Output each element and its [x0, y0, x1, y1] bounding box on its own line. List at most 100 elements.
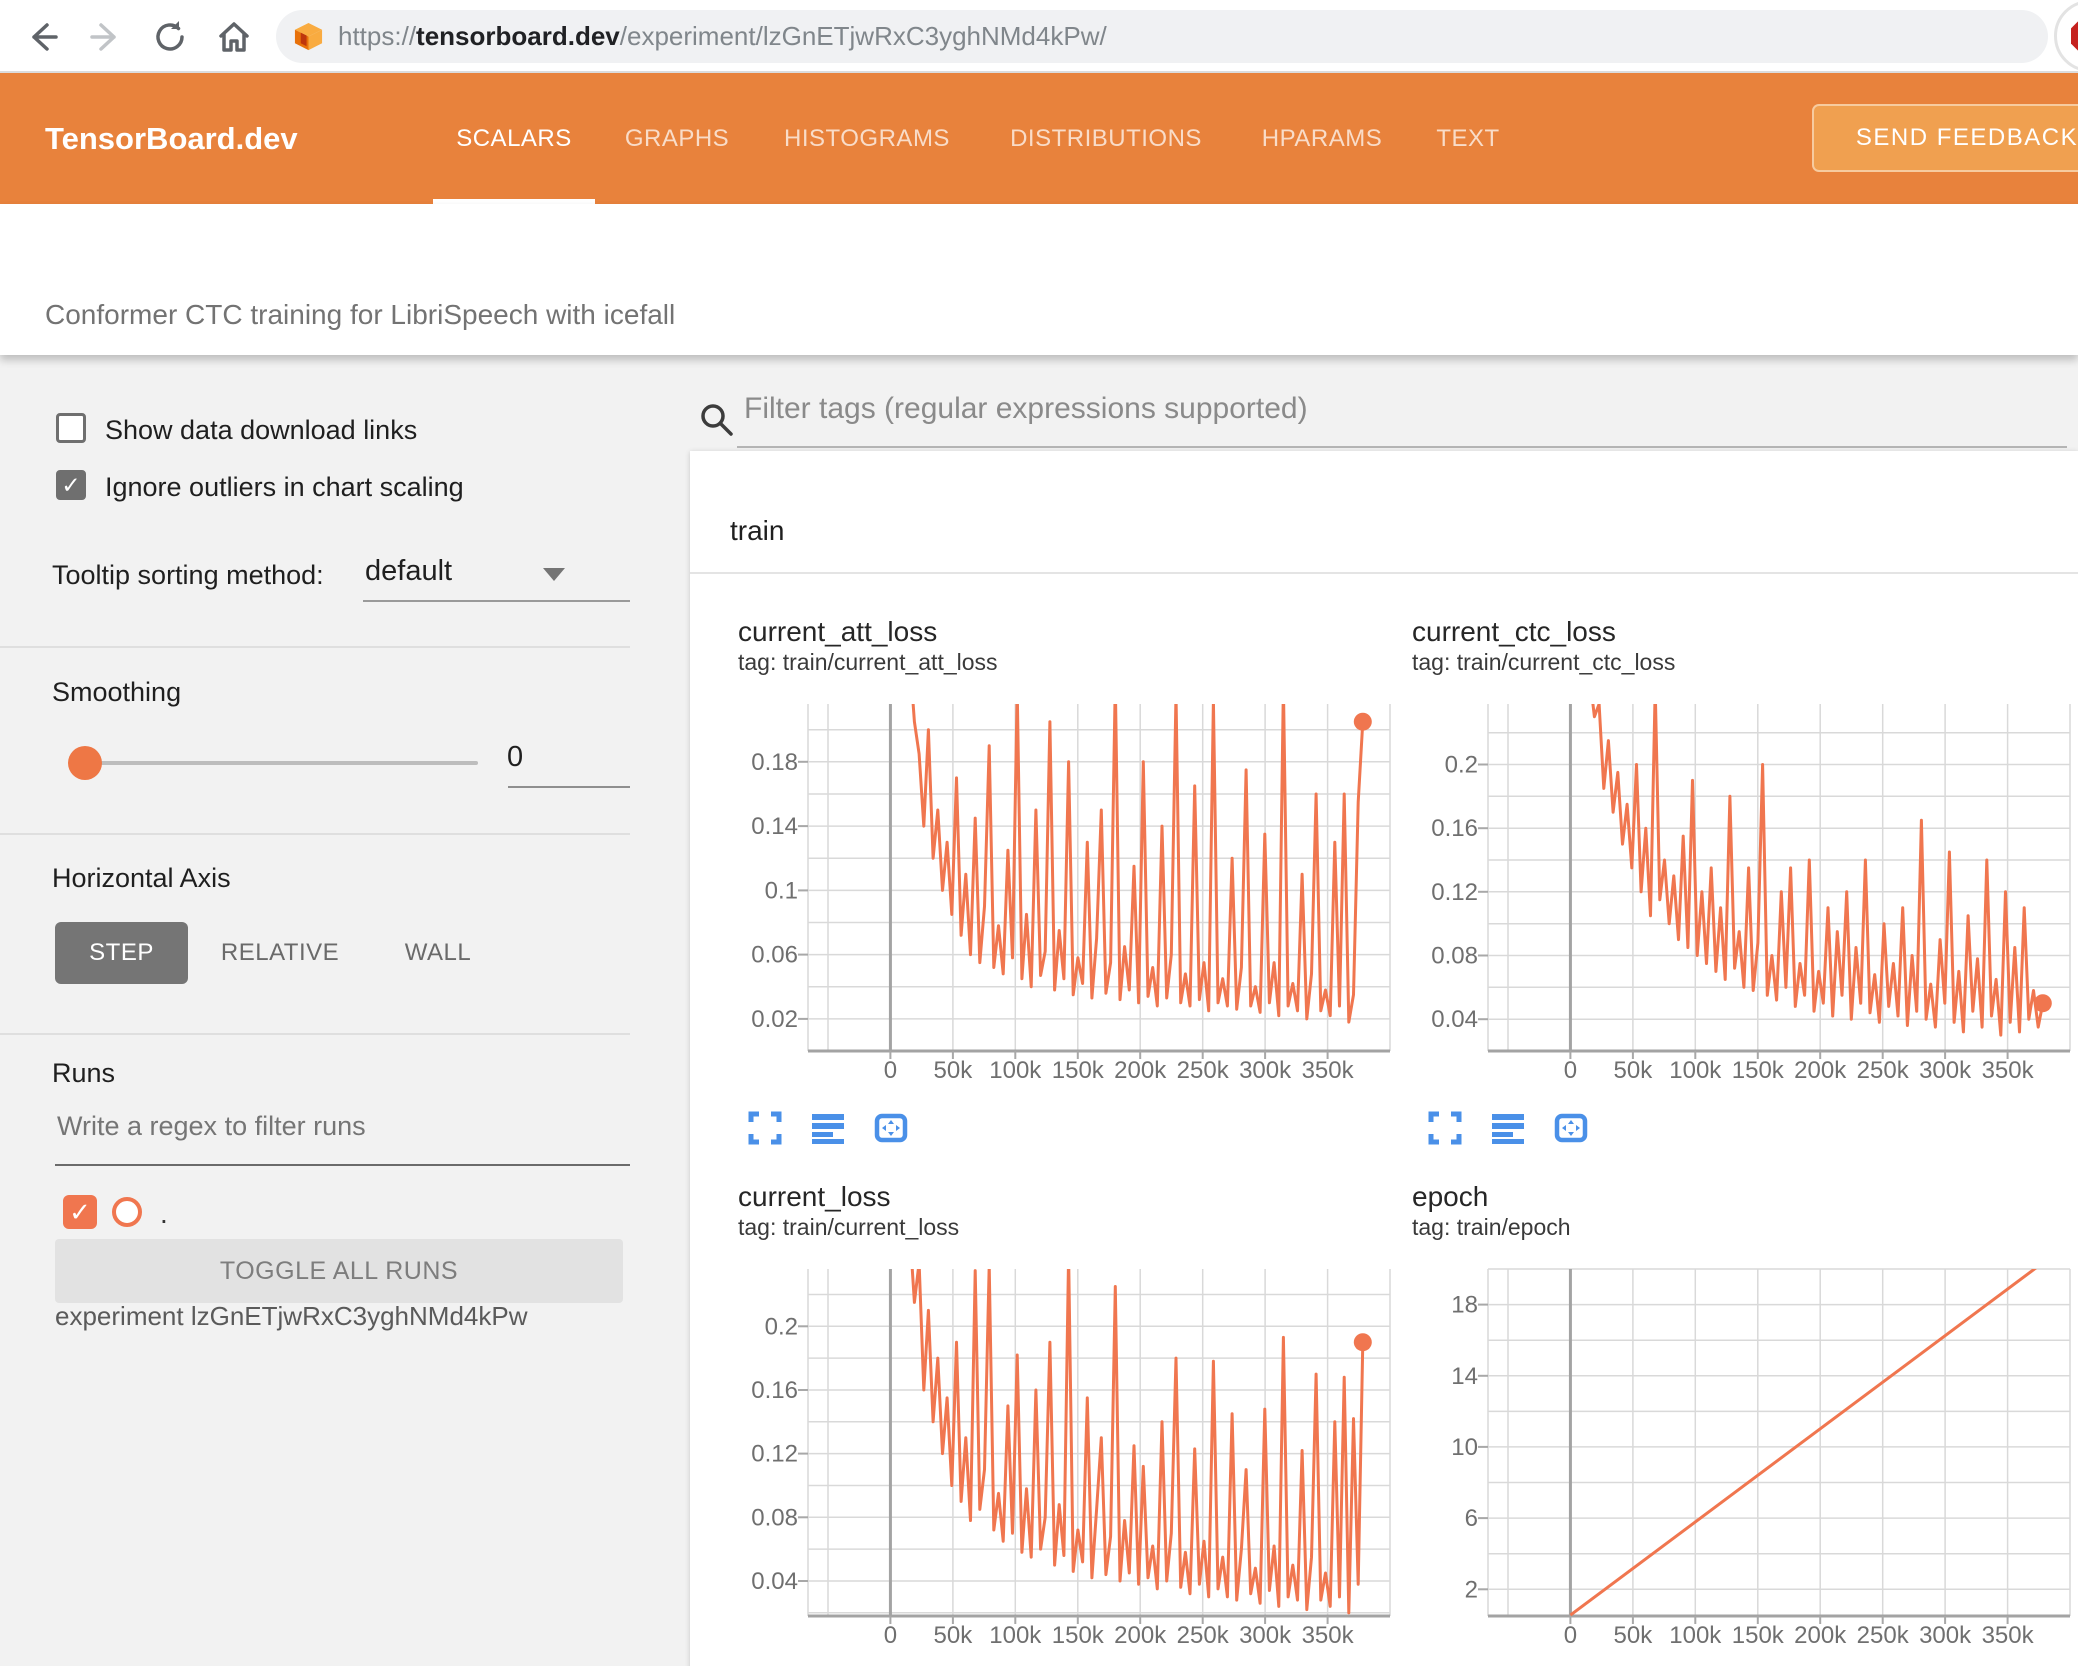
- svg-text:0.16: 0.16: [751, 1377, 798, 1404]
- svg-text:100k: 100k: [1669, 1622, 1722, 1647]
- chart-title-current-loss: current_loss: [738, 1181, 891, 1212]
- chart-current-ctc-loss[interactable]: 0.04 0.08 0.12 0.16 0.2 0 50k 100k 150k 200k 250k 3…: [1410, 700, 2075, 1082]
- svg-text:50k: 50k: [1614, 1622, 1654, 1647]
- fit-domain-icon[interactable]: [874, 1111, 908, 1145]
- axis-wall-button[interactable]: WALL: [398, 922, 478, 984]
- ignore-outliers-label: Ignore outliers in chart scaling: [105, 472, 464, 502]
- profile-avatar[interactable]: [2054, 0, 2078, 72]
- fit-domain-icon[interactable]: [1554, 1111, 1588, 1145]
- svg-text:50k: 50k: [934, 1057, 974, 1082]
- card-divider: [690, 572, 2078, 574]
- axis-step-button[interactable]: STEP: [55, 922, 188, 984]
- tab-scalars[interactable]: SCALARS: [433, 73, 595, 204]
- svg-text:300k: 300k: [1919, 1622, 1972, 1647]
- svg-text:0.16: 0.16: [1431, 815, 1478, 842]
- tab-text[interactable]: TEXT: [1428, 73, 1508, 204]
- svg-text:0.12: 0.12: [1431, 879, 1478, 906]
- chevron-down-icon[interactable]: [543, 568, 565, 581]
- tooltip-sorting-select[interactable]: default: [365, 555, 452, 588]
- svg-text:300k: 300k: [1239, 1057, 1292, 1082]
- svg-text:350k: 350k: [1982, 1622, 2035, 1647]
- home-icon[interactable]: [214, 17, 254, 57]
- train-tag-group-card: train current_att_loss tag: train/curren…: [690, 451, 2078, 1666]
- content-area: Show data download links ✓ Ignore outlie…: [0, 355, 2078, 1666]
- svg-text:6: 6: [1465, 1505, 1478, 1532]
- svg-text:0.06: 0.06: [751, 942, 798, 969]
- runs-filter-input[interactable]: [55, 1110, 629, 1143]
- svg-text:200k: 200k: [1794, 1057, 1847, 1082]
- svg-text:250k: 250k: [1857, 1057, 1910, 1082]
- svg-text:350k: 350k: [1302, 1057, 1355, 1082]
- url-text: https://tensorboard.dev/experiment/lzGnE…: [338, 10, 1107, 63]
- run-name: .: [160, 1198, 168, 1229]
- smoothing-value-field[interactable]: [505, 740, 634, 775]
- avatar-image: [2071, 17, 2078, 55]
- svg-text:0: 0: [884, 1057, 897, 1082]
- send-feedback-button[interactable]: SEND FEEDBACK: [1812, 104, 2078, 172]
- tag-group-title[interactable]: train: [730, 515, 784, 547]
- svg-text:0.12: 0.12: [751, 1441, 798, 1468]
- run-checkbox[interactable]: ✓: [63, 1195, 97, 1229]
- svg-text:0.2: 0.2: [1445, 752, 1478, 779]
- expand-icon[interactable]: [1428, 1111, 1462, 1145]
- divider: [0, 1033, 630, 1035]
- svg-text:0.2: 0.2: [765, 1313, 798, 1340]
- expand-icon[interactable]: [748, 1111, 782, 1145]
- chart-current-loss[interactable]: 0.04 0.08 0.12 0.16 0.2 0 50k 100k 150k 200k 250k 3…: [730, 1265, 1395, 1647]
- app-brand: TensorBoard.dev: [45, 120, 298, 156]
- svg-text:150k: 150k: [1732, 1622, 1785, 1647]
- svg-text:100k: 100k: [989, 1057, 1042, 1082]
- svg-text:10: 10: [1451, 1434, 1478, 1461]
- run-color-swatch: [112, 1197, 142, 1227]
- svg-text:250k: 250k: [1177, 1057, 1230, 1082]
- chart-title-current-ctc-loss: current_ctc_loss: [1412, 616, 1616, 647]
- tab-distributions[interactable]: DISTRIBUTIONS: [1001, 73, 1211, 204]
- svg-text:2: 2: [1465, 1576, 1478, 1603]
- smoothing-slider-track[interactable]: [80, 761, 478, 765]
- url-bar[interactable]: https://tensorboard.dev/experiment/lzGnE…: [276, 10, 2048, 63]
- chart-tag-current-ctc-loss: tag: train/current_ctc_loss: [1412, 649, 1676, 675]
- svg-text:150k: 150k: [1732, 1057, 1785, 1082]
- svg-text:0.18: 0.18: [751, 749, 798, 776]
- reload-icon[interactable]: [150, 17, 190, 57]
- svg-text:150k: 150k: [1052, 1622, 1105, 1647]
- svg-text:50k: 50k: [934, 1622, 974, 1647]
- runs-label: Runs: [52, 1058, 116, 1088]
- svg-text:0.1: 0.1: [765, 877, 798, 904]
- svg-text:0.14: 0.14: [751, 813, 798, 840]
- tooltip-sorting-label: Tooltip sorting method:: [52, 560, 324, 590]
- chart-tag-current-att-loss: tag: train/current_att_loss: [738, 649, 998, 675]
- smoothing-label: Smoothing: [52, 677, 182, 707]
- url-path: /experiment/lzGnETjwRxC3yghNMd4kPw/: [619, 21, 1107, 51]
- chart-epoch[interactable]: 2 6 10 14 18 0 50k 100k 150k 200k 250k 300k 350k: [1410, 1265, 2075, 1647]
- svg-text:300k: 300k: [1919, 1057, 1972, 1082]
- url-prefix: https://: [338, 21, 417, 51]
- log-scale-icon[interactable]: [811, 1111, 845, 1145]
- smoothing-slider-handle[interactable]: [68, 746, 102, 780]
- chart-current-att-loss[interactable]: 0.02 0.06 0.1 0.14 0.18 0 50k 100k 150k 200k 250k 3…: [730, 700, 1395, 1082]
- tab-graphs[interactable]: GRAPHS: [618, 73, 736, 204]
- back-icon[interactable]: [22, 17, 62, 57]
- filter-tags-input[interactable]: [742, 391, 2046, 427]
- svg-text:18: 18: [1451, 1292, 1478, 1319]
- ignore-outliers-checkbox[interactable]: ✓: [56, 470, 86, 500]
- svg-text:0.08: 0.08: [751, 1504, 798, 1531]
- axis-relative-button[interactable]: RELATIVE: [221, 922, 339, 984]
- page: https://tensorboard.dev/experiment/lzGnE…: [0, 0, 2078, 1666]
- svg-text:100k: 100k: [1669, 1057, 1722, 1082]
- log-scale-icon[interactable]: [1491, 1111, 1525, 1145]
- svg-text:0.02: 0.02: [751, 1006, 798, 1033]
- tab-hparams[interactable]: HPARAMS: [1253, 73, 1391, 204]
- show-download-links-checkbox[interactable]: [56, 413, 86, 443]
- tab-histograms[interactable]: HISTOGRAMS: [781, 73, 953, 204]
- forward-icon[interactable]: [86, 17, 126, 57]
- svg-text:200k: 200k: [1114, 1057, 1167, 1082]
- smoothing-value-underline: [508, 786, 630, 788]
- tooltip-sorting-underline: [363, 600, 630, 602]
- filter-tags-underline: [737, 446, 2067, 448]
- chart-title-epoch: epoch: [1412, 1181, 1489, 1212]
- svg-text:300k: 300k: [1239, 1622, 1292, 1647]
- toggle-all-runs-button[interactable]: TOGGLE ALL RUNS: [55, 1239, 623, 1303]
- search-icon: [701, 404, 733, 436]
- svg-text:0: 0: [1564, 1057, 1577, 1082]
